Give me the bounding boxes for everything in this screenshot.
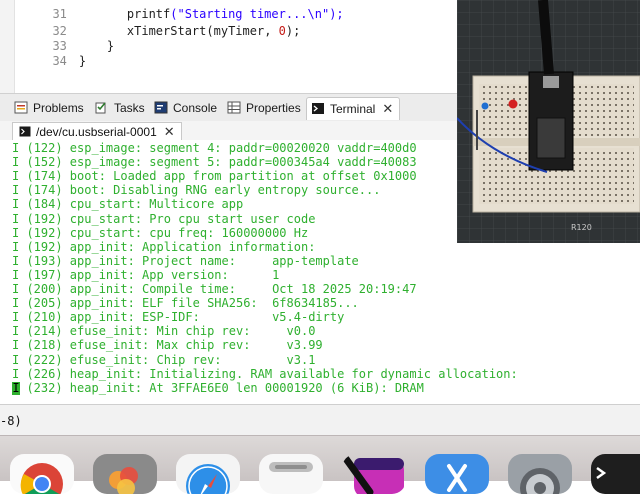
tab-label: Problems <box>33 101 84 115</box>
photos-icon[interactable] <box>93 454 157 494</box>
tab-tasks[interactable]: Tasks <box>95 98 145 118</box>
editor-gutter <box>0 0 15 93</box>
cursor-char: I <box>12 380 20 395</box>
code-token: (myTimer, <box>206 24 279 38</box>
terminal-line: I (192) cpu_start: Pro cpu start user co… <box>12 211 316 226</box>
terminal-line: I (174) boot: Disabling RNG early entrop… <box>12 183 381 198</box>
notes-logo <box>269 462 313 472</box>
terminal-line: I (192) app_init: Application informatio… <box>12 239 316 254</box>
status-bar: -8) <box>0 404 640 436</box>
code-line: 32 xTimerStart(myTimer, 0); <box>14 9 300 38</box>
terminal-line: I (193) app_init: Project name: app-temp… <box>12 253 359 268</box>
problems-icon <box>14 101 28 114</box>
breadboard-photo: R120 <box>457 0 640 243</box>
terminal-line: I (205) app_init: ELF file SHA256: 6f863… <box>12 296 359 311</box>
line-number: 34 <box>52 54 67 68</box>
tasks-icon <box>95 102 106 114</box>
terminal-icon <box>312 103 324 114</box>
terminal-line: I (214) efuse_init: Min chip rev: v0.0 <box>12 324 316 339</box>
terminal-line: I (200) app_init: Compile time: Oct 18 2… <box>12 282 417 296</box>
terminal-line: I (152) esp_image: segment 5: paddr=0003… <box>12 155 417 170</box>
properties-icon <box>227 101 241 114</box>
board-label: R120 <box>571 223 592 232</box>
xcode-logo <box>447 464 467 492</box>
photos-logo <box>109 467 138 494</box>
code-number: 0 <box>278 24 286 38</box>
close-icon[interactable]: ✕ <box>164 124 175 139</box>
terminal-line: I (222) efuse_init: Chip rev: v3.1 <box>12 352 316 367</box>
tab-problems[interactable]: Problems <box>14 98 84 118</box>
code-line: 33} <box>14 24 114 53</box>
close-icon[interactable]: ✕ <box>382 101 393 116</box>
tab-console[interactable]: Console <box>154 98 217 118</box>
xcode-icon[interactable] <box>425 454 489 494</box>
terminal-line: I (232) heap_init: At 3FFAE6E0 len 00001… <box>12 380 424 395</box>
terminal-line: I (174) boot: Loaded app from partition … <box>12 169 417 184</box>
terminal-line: I (210) app_init: ESP-IDF: v5.4-dirty <box>12 310 345 325</box>
terminal-session-tab[interactable]: /dev/cu.usbserial-0001 ✕ <box>12 122 182 140</box>
safari-icon[interactable] <box>176 454 240 494</box>
status-text: -8) <box>0 414 22 428</box>
code-line: 34} <box>14 39 86 68</box>
terminal-app-icon[interactable] <box>591 454 640 494</box>
terminal-line: I (184) cpu_start: Multicore app <box>12 197 244 212</box>
tab-label: Tasks <box>114 101 145 115</box>
code-token: } <box>106 39 115 53</box>
terminal-prompt-icon <box>596 466 607 480</box>
code-token: ); <box>285 24 301 38</box>
tab-label: Terminal <box>330 102 376 116</box>
terminal-line: I (192) cpu_start: cpu freq: 160000000 H… <box>12 225 309 240</box>
music-icon[interactable] <box>342 454 406 494</box>
code-token: } <box>78 54 87 68</box>
camera-overlay[interactable]: R120 <box>457 0 640 243</box>
terminal-line: I (122) esp_image: segment 4: paddr=0002… <box>12 141 417 155</box>
session-label: /dev/cu.usbserial-0001 <box>36 125 157 139</box>
console-icon <box>154 101 168 114</box>
terminal-line: I (226) heap_init: Initializing. RAM ava… <box>12 366 518 381</box>
chrome-logo <box>20 463 63 494</box>
terminal-line: I (218) efuse_init: Max chip rev: v3.99 <box>12 338 323 353</box>
tab-properties[interactable]: Properties <box>227 98 301 118</box>
music-logo <box>342 454 404 494</box>
system-settings-icon[interactable] <box>508 454 572 494</box>
code-token: xTimerStart <box>126 24 207 38</box>
tab-label: Properties <box>246 101 301 115</box>
safari-logo <box>186 464 230 494</box>
serial-terminal-icon <box>19 126 31 137</box>
dock <box>0 435 640 494</box>
terminal-line: I (197) app_init: App version: 1 <box>12 267 280 282</box>
tab-terminal[interactable]: Terminal ✕ <box>306 97 401 120</box>
chrome-icon[interactable] <box>10 454 74 494</box>
notes-icon[interactable] <box>259 454 323 494</box>
code-line: 31 printf("Starting timer...\n"); <box>14 0 343 21</box>
tab-label: Console <box>173 101 218 115</box>
gear-icon <box>520 468 560 494</box>
